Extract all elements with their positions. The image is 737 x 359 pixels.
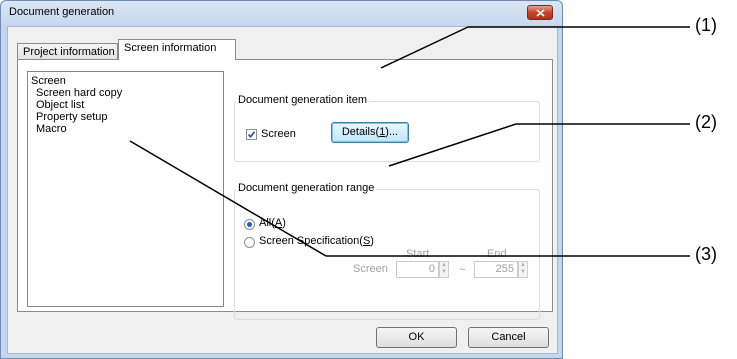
callout-label-2: (2) (695, 112, 717, 132)
callout-leader-2 (388, 123, 517, 167)
callout-label-3: (3) (695, 244, 717, 264)
callout-leader-lines (129, 26, 690, 257)
callout-label-1: (1) (695, 15, 717, 35)
tab-label: Screen information (124, 42, 217, 54)
callout-leader-3 (129, 140, 327, 257)
tab-screen-information[interactable]: Screen information (118, 39, 236, 60)
callout-leader-1 (380, 26, 469, 69)
